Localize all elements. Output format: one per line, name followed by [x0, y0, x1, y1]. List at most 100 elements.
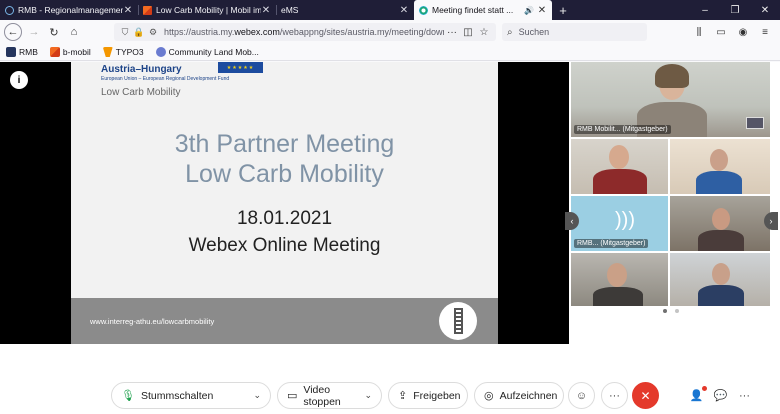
- search-box[interactable]: ⌕ Suchen: [502, 23, 647, 41]
- video-label: Video stoppen: [303, 383, 341, 408]
- reload-icon: ↻: [49, 26, 59, 39]
- bookmark-rmb[interactable]: RMB: [6, 47, 38, 57]
- chat-button[interactable]: 💬: [707, 382, 734, 409]
- bookmark-b-mobil[interactable]: b-mobil: [49, 47, 91, 57]
- shared-content-stage: i Austria–Hungary European Union – Europ…: [0, 62, 569, 344]
- reactions-button[interactable]: ☺: [568, 382, 595, 409]
- page-dot-active[interactable]: [663, 309, 667, 313]
- participant-tile[interactable]: [571, 139, 668, 194]
- participant-tile-audio-only[interactable]: ))) RMB... (Mitgastgeber): [571, 196, 668, 251]
- presentation-slide: Austria–Hungary European Union – Europea…: [71, 62, 498, 344]
- participant-tile[interactable]: [670, 139, 770, 194]
- participants-button[interactable]: 👤: [683, 382, 710, 409]
- toolbar-right: ⫼ ▭ ◉ ≡: [688, 27, 776, 38]
- chevron-right-icon: ›: [769, 216, 773, 226]
- menu-icon[interactable]: ≡: [754, 27, 776, 38]
- bookmarks-bar: RMB b-mobil TYPO3 Community Land Mob...: [0, 44, 780, 61]
- meeting-control-bar: 🎙 Stummschalten ⌄ ▭ Video stoppen ⌄ ⇪ Fr…: [0, 376, 780, 414]
- close-tab-icon[interactable]: ✕: [537, 5, 547, 16]
- participant-tile-active-speaker[interactable]: RMB Mobilit... (Mitgastgeber): [571, 62, 770, 137]
- tab-ems[interactable]: eMS ✕: [276, 0, 414, 20]
- stop-video-button[interactable]: ▭ Video stoppen ⌄: [277, 382, 382, 409]
- record-button[interactable]: ◎ Aufzeichnen: [474, 382, 564, 409]
- share-button[interactable]: ⇪ Freigeben: [388, 382, 468, 409]
- slide-footer: www.interreg-athu.eu/lowcarbmobility: [71, 298, 498, 344]
- tab-title: RMB - Regionalmanagement B: [18, 5, 123, 15]
- url-prefix: https://austria.my.: [164, 27, 235, 37]
- participant-face: [710, 149, 728, 171]
- webex-meeting: i Austria–Hungary European Union – Europ…: [0, 62, 780, 414]
- more-options-button[interactable]: ···: [601, 382, 628, 409]
- bookmark-label: b-mobil: [62, 47, 91, 57]
- tab-title: eMS: [281, 5, 299, 15]
- minimize-button[interactable]: –: [690, 5, 720, 16]
- tab-low-carb-mobility[interactable]: Low Carb Mobility | Mobil im B ✕: [138, 0, 276, 20]
- window-controls: – ❐ ✕: [690, 0, 780, 20]
- permissions-icon[interactable]: ⚙: [146, 27, 160, 38]
- next-page-button[interactable]: ›: [764, 212, 778, 230]
- participant-tile[interactable]: [670, 196, 770, 251]
- account-icon[interactable]: ◉: [732, 27, 754, 38]
- maximize-button[interactable]: ❐: [720, 5, 750, 16]
- leave-meeting-button[interactable]: ✕: [632, 382, 659, 409]
- reload-button[interactable]: ↻: [44, 22, 64, 42]
- bookmark-typo3[interactable]: TYPO3: [102, 47, 144, 57]
- chevron-down-icon[interactable]: ⌄: [253, 390, 261, 401]
- participant-face: [609, 145, 629, 169]
- new-tab-button[interactable]: +: [552, 0, 574, 20]
- participant-tile[interactable]: [571, 253, 668, 306]
- lock-icon[interactable]: 🔒: [132, 27, 146, 38]
- interreg-logo: Austria–Hungary European Union – Europea…: [101, 64, 229, 98]
- home-icon: ⌂: [70, 26, 78, 38]
- share-label: Freigeben: [413, 389, 461, 402]
- page-actions-button[interactable]: ···: [444, 27, 460, 38]
- chevron-down-icon[interactable]: ⌄: [364, 390, 372, 401]
- bookmark-star-icon[interactable]: ☆: [476, 27, 492, 38]
- shield-icon[interactable]: ⛉: [118, 27, 132, 38]
- back-button[interactable]: ←: [4, 23, 22, 41]
- close-tab-icon[interactable]: ✕: [399, 5, 409, 16]
- rmb-favicon-icon: [5, 5, 14, 15]
- eu-flag-icon: ★★★★★: [218, 62, 263, 73]
- tab-rmb[interactable]: RMB - Regionalmanagement B ✕: [0, 0, 138, 20]
- navigation-bar: ← → ↻ ⌂ ⛉ 🔒 ⚙ https://austria.my.webex.c…: [0, 20, 780, 44]
- participant-hair: [655, 64, 689, 88]
- tab-strip: RMB - Regionalmanagement B ✕ Low Carb Mo…: [0, 0, 780, 20]
- sidebar-icon[interactable]: ▭: [710, 27, 732, 38]
- url-domain: webex.com: [234, 27, 280, 37]
- page-dot[interactable]: [675, 309, 679, 313]
- participant-tile[interactable]: [670, 253, 770, 306]
- more-panels-button[interactable]: ···: [731, 382, 758, 409]
- close-icon: ✕: [640, 388, 651, 403]
- grid-page-indicator: [659, 309, 683, 313]
- chevron-left-icon: ‹: [570, 216, 574, 226]
- mute-button[interactable]: 🎙 Stummschalten ⌄: [111, 382, 271, 409]
- close-tab-icon[interactable]: ✕: [261, 5, 271, 16]
- participant-name-label: RMB... (Mitgastgeber): [574, 239, 649, 248]
- meeting-info-button[interactable]: i: [10, 71, 28, 89]
- participant-face: [712, 208, 730, 230]
- forward-button[interactable]: →: [24, 22, 44, 42]
- tab-webex-meeting[interactable]: Meeting findet statt ... 🔊 ✕: [414, 0, 552, 20]
- home-button[interactable]: ⌂: [64, 22, 84, 42]
- slide-title-line-2: Low Carb Mobility: [185, 160, 384, 188]
- close-tab-icon[interactable]: ✕: [123, 5, 133, 16]
- bookmark-label: RMB: [19, 47, 38, 57]
- close-window-button[interactable]: ✕: [750, 5, 780, 16]
- self-view-thumbnail[interactable]: [746, 117, 764, 129]
- library-icon[interactable]: ⫼: [688, 27, 710, 38]
- address-bar[interactable]: ⛉ 🔒 ⚙ https://austria.my.webex.com/webap…: [114, 23, 496, 41]
- bookmark-community-land-mob[interactable]: Community Land Mob...: [155, 47, 259, 57]
- logo-project: Low Carb Mobility: [101, 87, 181, 98]
- slide-title-line-1: 3th Partner Meeting: [174, 130, 395, 158]
- url-text[interactable]: https://austria.my.webex.com/webappng/si…: [164, 27, 444, 37]
- search-icon: ⌕: [507, 26, 513, 38]
- participant-grid: RMB Mobilit... (Mitgastgeber) ))) RMB...…: [565, 62, 780, 344]
- logo-fund: European Union – European Regional Devel…: [101, 76, 230, 82]
- b-mobil-bookmark-icon: [49, 47, 60, 57]
- speaker-icon[interactable]: 🔊: [524, 6, 534, 15]
- pocket-icon[interactable]: ◫: [460, 27, 476, 38]
- typo3-bookmark-icon: [102, 47, 113, 57]
- share-icon: ⇪: [398, 390, 408, 402]
- bookmark-label: TYPO3: [115, 47, 144, 57]
